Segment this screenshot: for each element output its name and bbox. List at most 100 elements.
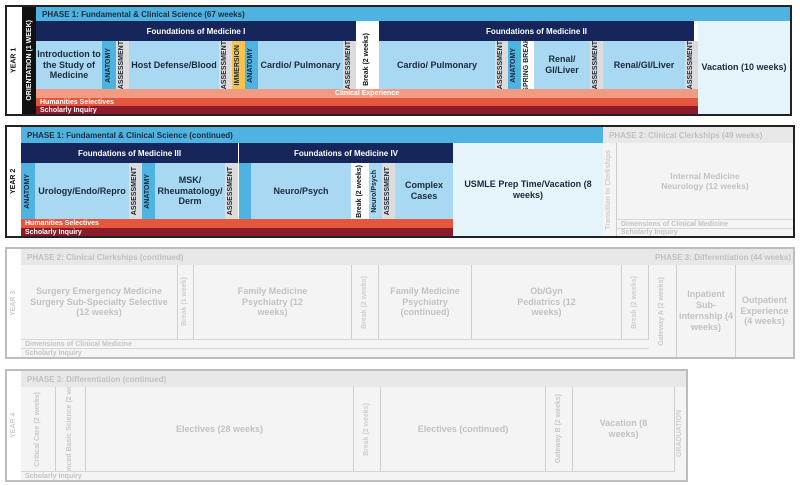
y2-anatomy-2: ANATOMY bbox=[142, 163, 155, 219]
orientation-column: ORIENTATION (1 WEEK) bbox=[22, 7, 36, 114]
y2-dims-bar: Dimensions of Clinical Medicine bbox=[617, 219, 793, 228]
critical-care-block: Critical Care (2 weeks) bbox=[21, 387, 56, 471]
surgery-label: Surgery Emergency Medicine Surgery Sub-S… bbox=[30, 285, 168, 318]
fom1-title: Foundations of Medicine I bbox=[146, 26, 246, 36]
y2-scholarly-gray-bar: Scholarly Inquiry bbox=[617, 228, 793, 236]
immersion-block: IMMERSION bbox=[232, 41, 245, 89]
y2-assessment-label-3: ASSESSMENT bbox=[384, 166, 392, 216]
clinical-experience-bar: Clinical Experience bbox=[36, 89, 698, 98]
assessment-label-3: ASSESSMENT bbox=[345, 41, 353, 89]
fm2-label: Family Medicine Psychiatry (continued) bbox=[390, 285, 460, 318]
year2-phase-title: PHASE 1: Fundamental & Clinical Science … bbox=[27, 130, 233, 140]
y2-assessment-1: ASSESSMENT bbox=[129, 163, 142, 219]
assessment-label-1: ASSESSMENT bbox=[118, 41, 126, 89]
scholarly-label-y2: Scholarly Inquiry bbox=[25, 228, 82, 236]
year1-phase-header: PHASE 1: Fundamental & Clinical Science … bbox=[36, 7, 790, 21]
msk-block: MSK/ Rheumatology/ Derm bbox=[155, 163, 225, 219]
year4-phase-header: PHASE 3: Differentiation (continued) bbox=[21, 371, 686, 387]
assessment-label-5: ASSESSMENT bbox=[592, 41, 600, 89]
humanities-bar-y1: Humanities Selectives bbox=[36, 98, 698, 106]
year2-label-text: YEAR 2 bbox=[9, 168, 17, 195]
neuro2-block: Neuro/Psych bbox=[369, 163, 382, 219]
y2-anatomy-3 bbox=[239, 163, 251, 219]
year3-label: YEAR 3 bbox=[7, 249, 21, 357]
y4-break-block: Break (2 weeks) bbox=[354, 387, 381, 471]
cardio2-label: Cardio/ Pulmonary bbox=[396, 59, 477, 70]
surgery-block: Surgery Emergency Medicine Surgery Sub-S… bbox=[21, 265, 178, 339]
immersion-label: IMMERSION bbox=[234, 44, 242, 86]
year4-label-text: YEAR 4 bbox=[9, 412, 17, 439]
anatomy-label-1: ANATOMY bbox=[104, 47, 112, 83]
msk-label: MSK/ Rheumatology/ Derm bbox=[157, 174, 223, 207]
assessment-block-2: ASSESSMENT bbox=[219, 41, 232, 89]
year4-panel: YEAR 4 PHASE 3: Differentiation (continu… bbox=[5, 369, 688, 482]
humanities-label-y1: Humanities Selectives bbox=[40, 98, 114, 106]
advanced-label: Advanced Basic Science (2 weeks) bbox=[66, 387, 74, 471]
outpatient-label: Outpatient Experience (4 weeks) bbox=[740, 294, 789, 327]
fom3-header: Foundations of Medicine III bbox=[21, 143, 238, 163]
electives2-label: Electives (continued) bbox=[417, 423, 509, 434]
fom2-title: Foundations of Medicine II bbox=[486, 26, 587, 36]
year3-panel: YEAR 3 PHASE 2: Clinical Clerkships (con… bbox=[5, 247, 795, 359]
y2-anatomy-label-2: ANATOMY bbox=[144, 173, 152, 209]
complex-block: Complex Cases bbox=[395, 163, 453, 219]
year1-panel: YEAR 1 ORIENTATION (1 WEEK) PHASE 1: Fun… bbox=[5, 5, 792, 116]
uro-block: Urology/Endo/Repro bbox=[35, 163, 129, 219]
transition-block: Transition to Clerkships bbox=[603, 143, 617, 236]
assessment-block-1: ASSESSMENT bbox=[116, 41, 129, 89]
im-label: Internal Medicine Neurology (12 weeks) bbox=[661, 170, 749, 191]
y2-break-label: Break (2 weeks) bbox=[355, 164, 363, 218]
y3-break-1: Break (1 week) bbox=[178, 265, 194, 339]
scholarly-bar-y1: Scholarly Inquiry bbox=[36, 106, 698, 114]
y2-assessment-3: ASSESSMENT bbox=[382, 163, 395, 219]
year1-label: YEAR 1 bbox=[7, 7, 22, 114]
y3-scholarly-label: Scholarly Inquiry bbox=[25, 349, 82, 357]
anatomy-block-3: ANATOMY bbox=[508, 41, 521, 89]
assessment-block-5: ASSESSMENT bbox=[590, 41, 603, 89]
neuro-label: Neuro/Psych bbox=[273, 185, 329, 196]
anatomy-label-2: ANATOMY bbox=[247, 47, 255, 83]
complex-label: Complex Cases bbox=[404, 180, 443, 201]
gateway-a-block: Gateway A (2 weeks) bbox=[649, 265, 677, 357]
neuro2-label: Neuro/Psych bbox=[371, 169, 379, 213]
phase3-header: PHASE 3: Differentiation (44 weeks) bbox=[649, 249, 793, 265]
y2-anatomy-label-1: ANATOMY bbox=[23, 173, 31, 209]
outpatient-block: Outpatient Experience (4 weeks) bbox=[736, 265, 793, 357]
y3-break-3-label: Break (2 weeks) bbox=[630, 275, 638, 329]
gateway-a-label: Gateway A (2 weeks) bbox=[658, 276, 666, 346]
y2-scholarly-gray-label: Scholarly Inquiry bbox=[621, 229, 678, 236]
neuro-block: Neuro/Psych bbox=[251, 163, 351, 219]
assessment-block-3: ASSESSMENT bbox=[343, 41, 356, 89]
graduation-block: GRADUATION bbox=[675, 387, 686, 480]
year3-phase-header: PHASE 2: Clinical Clerkships (continued) bbox=[21, 249, 649, 265]
obgyn-block: Ob/Gyn Pediatrics (12 weeks) bbox=[472, 265, 622, 339]
y2-assessment-label-2: ASSESSMENT bbox=[227, 166, 235, 216]
fm-label: Family Medicine Psychiatry (12 weeks) bbox=[237, 285, 308, 318]
host-block: Host Defense/Blood bbox=[129, 41, 219, 89]
cardio-block: Cardio/ Pulmonary bbox=[258, 41, 343, 89]
year1-label-text: YEAR 1 bbox=[10, 47, 18, 74]
year4-label: YEAR 4 bbox=[7, 371, 21, 480]
im-block: Internal Medicine Neurology (12 weeks) bbox=[617, 143, 793, 219]
fom1-header: Foundations of Medicine I bbox=[36, 21, 356, 41]
assessment-label-4: ASSESSMENT bbox=[497, 41, 505, 89]
spring-break-block: SPRING BREAK bbox=[521, 41, 534, 89]
y2-anatomy-1: ANATOMY bbox=[21, 163, 35, 219]
fm-block: Family Medicine Psychiatry (12 weeks) bbox=[194, 265, 352, 339]
inpatient-block: Inpatient Sub-internship (4 weeks) bbox=[677, 265, 736, 357]
y4-break-label: Break (2 weeks) bbox=[362, 402, 370, 456]
year3-label-text: YEAR 3 bbox=[9, 290, 17, 316]
uro-label: Urology/Endo/Repro bbox=[38, 185, 126, 196]
y2-assessment-label-1: ASSESSMENT bbox=[131, 166, 139, 216]
y4-vacation-label: Vacation (8 weeks) bbox=[599, 418, 648, 439]
fom4-header: Foundations of Medicine IV bbox=[239, 143, 453, 163]
year1-phase-title: PHASE 1: Fundamental & Clinical Science … bbox=[42, 9, 245, 19]
assessment-block-6: ASSESSMENT bbox=[685, 41, 698, 89]
cardio-label: Cardio/ Pulmonary bbox=[260, 59, 341, 70]
anatomy-label-3: ANATOMY bbox=[510, 47, 518, 83]
usmle-label: USMLE Prep Time/Vacation (8 weeks) bbox=[464, 178, 592, 200]
y3-break-2: Break (2 weeks) bbox=[352, 265, 379, 339]
usmle-block: USMLE Prep Time/Vacation (8 weeks) bbox=[453, 143, 603, 236]
spring-break-label: SPRING BREAK bbox=[523, 41, 531, 89]
fom3-title: Foundations of Medicine III bbox=[77, 148, 182, 158]
